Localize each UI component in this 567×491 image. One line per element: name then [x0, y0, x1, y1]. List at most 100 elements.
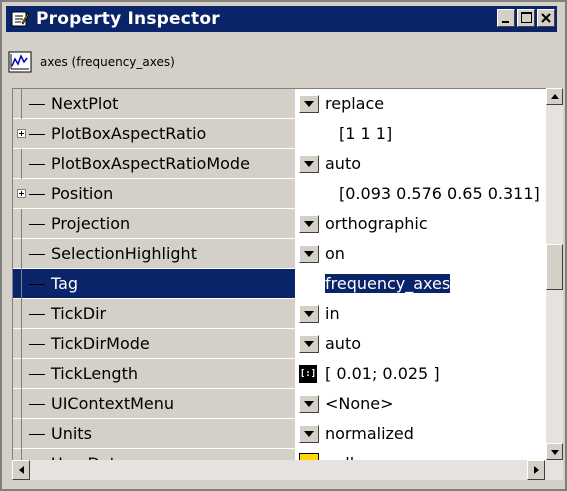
property-row[interactable]: Tag frequency_axes [13, 269, 547, 299]
array-editor-icon[interactable]: [:] [299, 365, 317, 383]
property-name-cell[interactable]: Projection [13, 209, 295, 239]
property-value: orthographic [325, 214, 428, 233]
object-header: axes (frequency_axes) [8, 48, 175, 76]
expand-plus-icon[interactable] [17, 189, 26, 198]
property-value: on [325, 244, 345, 263]
axes-plot-icon [8, 51, 32, 73]
tree-connector [21, 89, 22, 119]
property-row[interactable]: TickLength [:] [ 0.01; 0.025 ] [13, 359, 547, 389]
object-label: axes (frequency_axes) [40, 55, 175, 69]
property-row[interactable]: Projection orthographic [13, 209, 547, 239]
property-name: PlotBoxAspectRatio [51, 124, 207, 143]
scroll-up-button[interactable] [546, 88, 563, 105]
property-name: Projection [51, 214, 131, 233]
property-value: replace [325, 94, 385, 113]
property-name-cell[interactable]: Units [13, 419, 295, 449]
property-name-cell[interactable]: UserData [13, 449, 295, 460]
scroll-right-button[interactable] [527, 460, 545, 480]
maximize-icon [521, 12, 532, 23]
property-grid: NextPlot replace PlotBoxAspectRatio [1 1 1]… [12, 88, 547, 460]
property-name-cell[interactable]: SelectionHighlight [13, 239, 295, 269]
property-name-cell[interactable]: Position [13, 179, 295, 209]
dropdown-arrow-icon[interactable] [299, 245, 319, 263]
property-name-cell[interactable]: TickDirMode [13, 329, 295, 359]
tree-branch-line [29, 344, 45, 345]
property-name-cell[interactable]: UIContextMenu [13, 389, 295, 419]
expand-plus-icon[interactable] [17, 129, 26, 138]
dropdown-arrow-icon[interactable] [299, 335, 319, 353]
property-value: [1 1 1] [339, 124, 393, 143]
horizontal-scrollbar[interactable] [12, 460, 563, 480]
tree-branch-line [29, 434, 45, 435]
property-value-cell[interactable]: null [295, 449, 547, 460]
property-name-cell[interactable]: NextPlot [13, 89, 295, 119]
property-value-cell[interactable]: auto [295, 149, 547, 179]
dropdown-arrow-icon[interactable] [299, 395, 319, 413]
property-name: TickLength [51, 364, 138, 383]
property-row[interactable]: UserDatanull [13, 449, 547, 460]
arrow-right-icon [534, 466, 539, 474]
property-value: in [325, 304, 340, 323]
property-value-cell[interactable]: auto [295, 329, 547, 359]
property-value-cell[interactable]: replace [295, 89, 547, 119]
tree-branch-line [29, 134, 45, 135]
dropdown-arrow-icon[interactable] [299, 305, 319, 323]
property-name-cell[interactable]: Tag [13, 269, 295, 299]
tree-branch-line [29, 314, 45, 315]
tree-connector [21, 389, 22, 419]
minimize-button[interactable] [497, 9, 515, 27]
property-value-cell[interactable]: on [295, 239, 547, 269]
tree-branch-line [29, 254, 45, 255]
property-value[interactable]: frequency_axes [325, 274, 451, 293]
property-name-cell[interactable]: PlotBoxAspectRatioMode [13, 149, 295, 179]
tree-connector [21, 419, 22, 449]
arrow-left-icon [19, 466, 24, 474]
property-row[interactable]: PlotBoxAspectRatioMode auto [13, 149, 547, 179]
property-value-cell[interactable]: orthographic [295, 209, 547, 239]
data-editor-icon[interactable] [299, 453, 319, 460]
dropdown-arrow-icon[interactable] [299, 425, 319, 443]
property-name: SelectionHighlight [51, 244, 197, 263]
property-row[interactable]: Units normalized [13, 419, 547, 449]
property-row[interactable]: SelectionHighlight on [13, 239, 547, 269]
maximize-button[interactable] [517, 9, 535, 27]
scroll-down-button[interactable] [546, 443, 563, 460]
tree-branch-line [29, 194, 45, 195]
tree-branch-line [29, 224, 45, 225]
tree-connector [21, 239, 22, 269]
property-row[interactable]: Position [0.093 0.576 0.65 0.311] [13, 179, 547, 209]
close-button[interactable] [537, 9, 555, 27]
property-name-cell[interactable]: PlotBoxAspectRatio [13, 119, 295, 149]
property-value: normalized [325, 424, 414, 443]
property-value-cell[interactable]: [1 1 1] [295, 119, 547, 149]
minimize-icon [502, 21, 509, 23]
property-name-cell[interactable]: TickDir [13, 299, 295, 329]
property-row[interactable]: NextPlot replace [13, 89, 547, 119]
property-value-cell[interactable]: <None> [295, 389, 547, 419]
property-value-cell[interactable]: [:] [ 0.01; 0.025 ] [295, 359, 547, 389]
property-value-cell[interactable]: [0.093 0.576 0.65 0.311] [295, 179, 547, 209]
dropdown-arrow-icon[interactable] [299, 215, 319, 233]
property-row[interactable]: PlotBoxAspectRatio [1 1 1] [13, 119, 547, 149]
property-name-cell[interactable]: TickLength [13, 359, 295, 389]
vertical-scrollbar[interactable] [546, 88, 563, 460]
property-value-cell[interactable]: normalized [295, 419, 547, 449]
close-icon [541, 13, 551, 23]
property-row[interactable]: UIContextMenu <None> [13, 389, 547, 419]
property-row[interactable]: TickDir in [13, 299, 547, 329]
property-name: Position [51, 184, 114, 203]
property-value: [ 0.01; 0.025 ] [325, 364, 440, 383]
property-value-cell[interactable]: in [295, 299, 547, 329]
scroll-left-button[interactable] [12, 460, 30, 480]
dropdown-arrow-icon[interactable] [299, 95, 319, 113]
tree-connector [21, 209, 22, 239]
property-row[interactable]: TickDirMode auto [13, 329, 547, 359]
property-value-cell[interactable]: frequency_axes [295, 269, 547, 299]
scroll-thumb[interactable] [546, 244, 563, 290]
dropdown-arrow-icon[interactable] [299, 155, 319, 173]
property-value: <None> [325, 394, 394, 413]
property-value: [0.093 0.576 0.65 0.311] [339, 184, 540, 203]
title-bar[interactable]: Property Inspector [6, 6, 557, 32]
property-name: TickDirMode [51, 334, 150, 353]
tree-branch-line [29, 284, 45, 285]
